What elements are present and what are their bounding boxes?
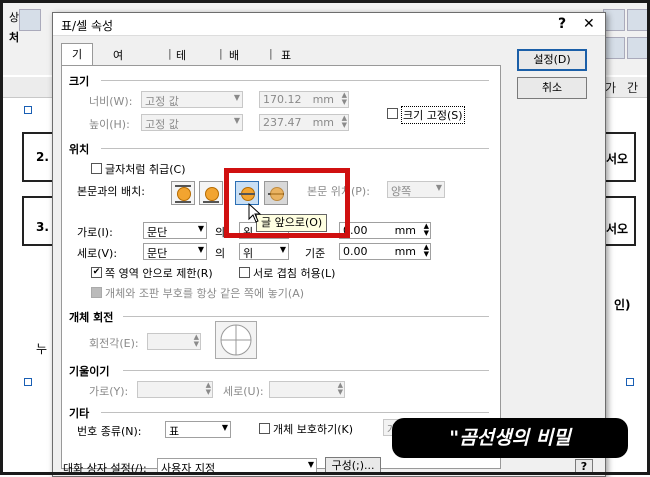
- screenshot-frame: [0, 0, 650, 475]
